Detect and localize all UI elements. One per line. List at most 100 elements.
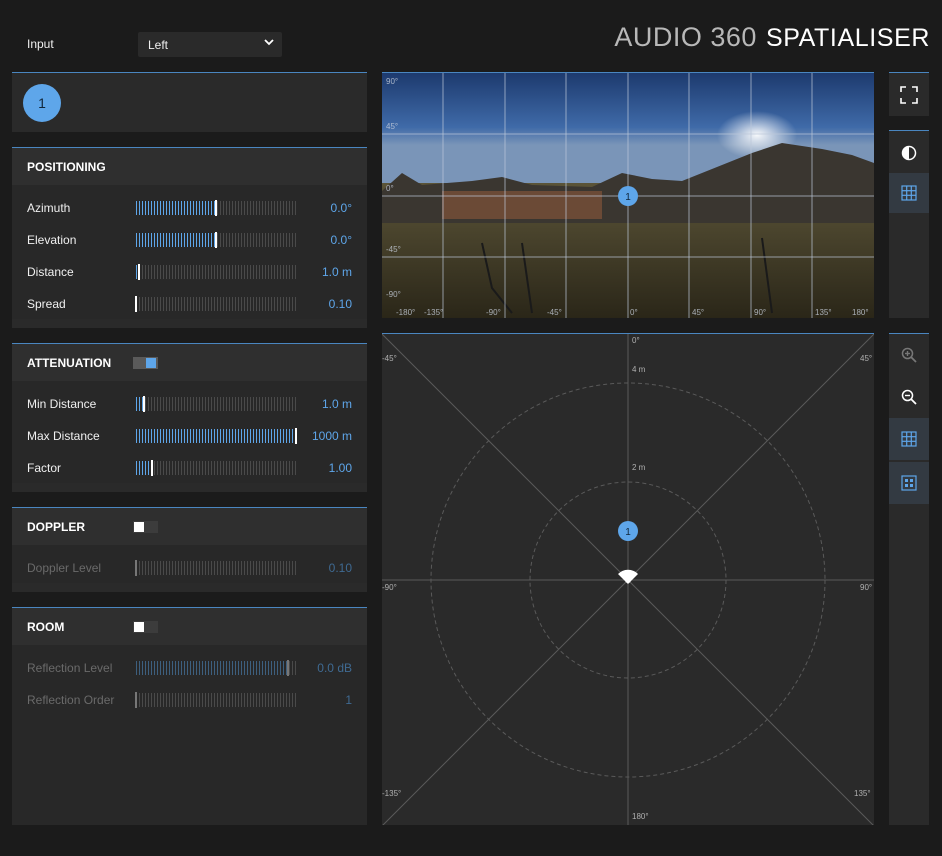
elev-label-m90: -90° (386, 290, 401, 299)
top-down-grid-button[interactable] (889, 418, 929, 460)
az-label-m180: -180° (396, 308, 415, 317)
top-down-view[interactable]: 0° -45° 45° -90° 90° -135° 135° 180° 4 m… (382, 333, 874, 825)
doppler-level-value[interactable]: 0.10 (329, 561, 352, 575)
panorama-toolbar (889, 130, 929, 318)
input-label: Input (27, 37, 54, 51)
reflection-level-value[interactable]: 0.0 dB (317, 661, 352, 675)
az-label-0: 0° (630, 308, 638, 317)
logo-audio: AUDIO 360 (614, 22, 757, 52)
azimuth-value[interactable]: 0.0° (331, 201, 352, 215)
reflection-level-row: Reflection Level 0.0 dB (12, 651, 367, 683)
distance-value[interactable]: 1.0 m (322, 265, 352, 279)
panorama-grid-button[interactable] (889, 173, 929, 213)
min-distance-value[interactable]: 1.0 m (322, 397, 352, 411)
listener-center (625, 577, 631, 583)
elevation-slider[interactable] (136, 232, 296, 248)
room-title: ROOM (12, 608, 367, 645)
factor-value[interactable]: 1.00 (329, 461, 352, 475)
factor-slider[interactable] (136, 460, 296, 476)
input-select[interactable]: Left (138, 32, 282, 57)
source-panel: 1 (12, 72, 367, 132)
input-select-value: Left (148, 38, 169, 52)
elev-label-45: 45° (386, 122, 398, 131)
dots-button[interactable] (889, 462, 929, 504)
room-toggle[interactable] (133, 621, 158, 633)
az-label-m45: -45° (547, 308, 562, 317)
zoom-in-button[interactable] (889, 334, 929, 376)
az-label-135: 135° (815, 308, 832, 317)
elev-label-m45: -45° (386, 245, 401, 254)
panorama-view[interactable]: 90° 45° 0° -45° -90° -180° -135° -90° -4… (382, 72, 874, 318)
chevron-down-icon (264, 39, 274, 46)
min-distance-slider[interactable] (136, 396, 296, 412)
doppler-title: DOPPLER (12, 508, 367, 545)
positioning-panel: POSITIONING Azimuth 0.0° Elevation 0.0° … (12, 147, 367, 328)
zoom-out-button[interactable] (889, 376, 929, 418)
fullscreen-button[interactable] (889, 73, 929, 117)
azimuth-row: Azimuth 0.0° (12, 191, 367, 223)
positioning-title: POSITIONING (12, 148, 367, 185)
ring-label-4m: 4 m (632, 365, 646, 374)
fullscreen-icon (900, 86, 918, 104)
doppler-toggle[interactable] (133, 521, 158, 533)
source-badge[interactable]: 1 (23, 84, 61, 122)
max-distance-label: Max Distance (27, 429, 100, 443)
spread-value[interactable]: 0.10 (329, 297, 352, 311)
factor-row: Factor 1.00 (12, 451, 367, 483)
contrast-button[interactable] (889, 133, 929, 173)
reflection-order-value[interactable]: 1 (345, 693, 352, 707)
doppler-level-row: Doppler Level 0.10 (12, 551, 367, 583)
reflection-order-slider[interactable] (135, 692, 296, 708)
dots-icon (901, 475, 917, 491)
elev-label-0: 0° (386, 184, 394, 193)
doppler-level-label: Doppler Level (27, 561, 102, 575)
grid-icon (901, 431, 917, 447)
top-down-toolbar (889, 333, 929, 825)
fence (442, 191, 602, 219)
angle-label-0: 0° (632, 336, 640, 345)
max-distance-value[interactable]: 1000 m (312, 429, 352, 443)
doppler-level-slider[interactable] (135, 560, 296, 576)
top-down-canvas: 0° -45° 45° -90° 90° -135° 135° 180° 4 m… (382, 334, 874, 825)
distance-slider[interactable] (136, 264, 296, 280)
attenuation-title: ATTENUATION (12, 344, 367, 381)
reflection-order-row: Reflection Order 1 (12, 683, 367, 715)
room-panel: ROOM Reflection Level 0.0 dB Reflection … (12, 607, 367, 825)
distance-label: Distance (27, 265, 74, 279)
elevation-value[interactable]: 0.0° (331, 233, 352, 247)
max-distance-slider[interactable] (136, 428, 297, 444)
angle-label-135: 135° (854, 789, 871, 798)
angle-label-m135: -135° (382, 789, 401, 798)
ring-label-2m: 2 m (632, 463, 646, 472)
azimuth-label: Azimuth (27, 201, 71, 215)
reflection-level-slider[interactable] (136, 660, 296, 676)
panorama-source-label: 1 (625, 192, 631, 203)
angle-label-m45: -45° (382, 354, 397, 363)
reflection-level-label: Reflection Level (27, 661, 113, 675)
az-label-90: 90° (754, 308, 766, 317)
azimuth-slider[interactable] (136, 200, 296, 216)
az-label-45: 45° (692, 308, 704, 317)
angle-label-m90: -90° (382, 583, 397, 592)
contrast-icon (901, 145, 917, 161)
az-label-m135: -135° (424, 308, 443, 317)
zoom-out-icon (901, 389, 917, 405)
angle-label-180: 180° (632, 812, 649, 821)
attenuation-panel: ATTENUATION Min Distance 1.0 m Max Dista… (12, 343, 367, 492)
room-rows: Reflection Level 0.0 dB Reflection Order… (12, 645, 367, 825)
attenuation-rows: Min Distance 1.0 m Max Distance 1000 m F… (12, 381, 367, 483)
doppler-rows: Doppler Level 0.10 (12, 545, 367, 583)
spread-row: Spread 0.10 (12, 287, 367, 319)
min-distance-label: Min Distance (27, 397, 97, 411)
az-label-180: 180° (852, 308, 869, 317)
panorama-canvas: 90° 45° 0° -45° -90° -180° -135° -90° -4… (382, 73, 874, 318)
doppler-panel: DOPPLER Doppler Level 0.10 (12, 507, 367, 592)
zoom-in-icon (901, 347, 917, 363)
max-distance-row: Max Distance 1000 m (12, 419, 367, 451)
spread-slider[interactable] (135, 296, 296, 312)
elevation-label: Elevation (27, 233, 77, 247)
attenuation-toggle[interactable] (133, 357, 158, 369)
top-down-source-label: 1 (625, 527, 631, 538)
panorama-toolbar-top (889, 72, 929, 116)
min-distance-row: Min Distance 1.0 m (12, 387, 367, 419)
